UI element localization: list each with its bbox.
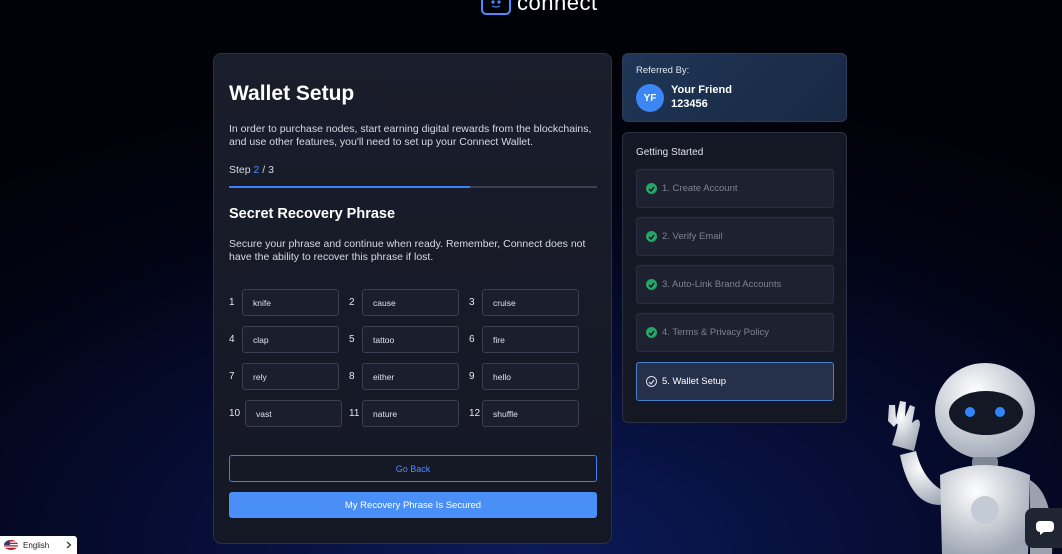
step-item-create-account[interactable]: 1. Create Account [636,169,834,208]
us-flag-icon [4,540,18,550]
getting-started-label: Getting Started [636,147,704,158]
referral-card: Referred By: YF Your Friend 123456 [622,53,847,122]
step-item-label: 4. Terms & Privacy Policy [662,327,769,338]
phrase-word: 8 either [349,363,459,390]
chat-button[interactable] [1025,508,1062,548]
word-number: 4 [229,334,235,345]
word-field[interactable]: cause [362,289,459,316]
phrase-word: 4 clap [229,326,339,353]
check-circle-icon [646,183,657,194]
word-field[interactable]: cruise [482,289,579,316]
avatar: YF [636,84,664,112]
chevron-right-icon [66,541,72,549]
go-back-button[interactable]: Go Back [229,455,597,482]
chat-bubble-icon [1036,521,1054,535]
word-field[interactable]: knife [242,289,339,316]
phrase-word: 12 shuffle [469,400,579,427]
referral-label: Referred By: [636,65,690,76]
step-item-terms[interactable]: 4. Terms & Privacy Policy [636,313,834,352]
word-number: 2 [349,297,355,308]
referrer-name: Your Friend [671,84,732,96]
phrase-instructions: Secure your phrase and continue when rea… [229,238,586,263]
step-item-label: 1. Create Account [662,183,738,194]
phrase-word: 11 nature [349,400,459,427]
word-number: 7 [229,371,235,382]
phrase-word: 7 rely [229,363,339,390]
step-item-label: 5. Wallet Setup [662,376,727,387]
connect-logo: connect [481,0,598,16]
phrase-word: 6 fire [469,326,579,353]
word-field[interactable]: hello [482,363,579,390]
word-field[interactable]: fire [482,326,579,353]
check-circle-icon [646,279,657,290]
step-indicator: Step 2 / 3 [229,164,274,176]
phrase-word: 9 hello [469,363,579,390]
word-field[interactable]: rely [242,363,339,390]
word-number: 6 [469,334,475,345]
referrer-code: 123456 [671,98,708,110]
word-field[interactable]: tattoo [362,326,459,353]
phrase-word: 1 knife [229,289,339,316]
phrase-word: 3 cruise [469,289,579,316]
check-circle-icon [646,327,657,338]
language-selector[interactable]: English [0,536,77,554]
step-item-wallet-setup[interactable]: 5. Wallet Setup [636,362,834,401]
word-field[interactable]: nature [362,400,459,427]
progress-fill [229,186,471,188]
phrase-title: Secret Recovery Phrase [229,206,396,222]
step-item-verify-email[interactable]: 2. Verify Email [636,217,834,256]
phrase-secured-button[interactable]: My Recovery Phrase Is Secured [229,492,597,518]
getting-started-panel: Getting Started 1. Create Account 2. Ver… [622,132,847,423]
word-number: 8 [349,371,355,382]
phrase-word: 2 cause [349,289,459,316]
word-number: 1 [229,297,235,308]
step-item-label: 2. Verify Email [662,231,723,242]
step-item-label: 3. Auto-Link Brand Accounts [662,279,782,290]
check-circle-icon [646,231,657,242]
word-field[interactable]: either [362,363,459,390]
progress-bar [229,186,597,188]
word-number: 12 [469,408,481,419]
word-number: 3 [469,297,475,308]
word-field[interactable]: shuffle [482,400,579,427]
phrase-word: 10 vast [229,400,342,427]
step-item-auto-link[interactable]: 3. Auto-Link Brand Accounts [636,265,834,304]
brand-name: connect [517,0,598,15]
language-label: English [23,540,50,550]
word-number: 10 [229,408,241,419]
intro-text: In order to purchase nodes, start earnin… [229,123,592,148]
word-number: 9 [469,371,475,382]
word-field[interactable]: clap [242,326,339,353]
step-total: 3 [268,164,274,176]
wallet-setup-card: Wallet Setup In order to purchase nodes,… [213,53,612,544]
page-title: Wallet Setup [229,82,355,105]
robot-face-icon [481,0,511,15]
step-prefix: Step [229,164,254,176]
word-number: 5 [349,334,355,345]
phrase-word: 5 tattoo [349,326,459,353]
step-separator: / [259,164,269,176]
word-number: 11 [349,408,360,419]
word-field[interactable]: vast [245,400,342,427]
check-outline-icon [646,376,657,387]
